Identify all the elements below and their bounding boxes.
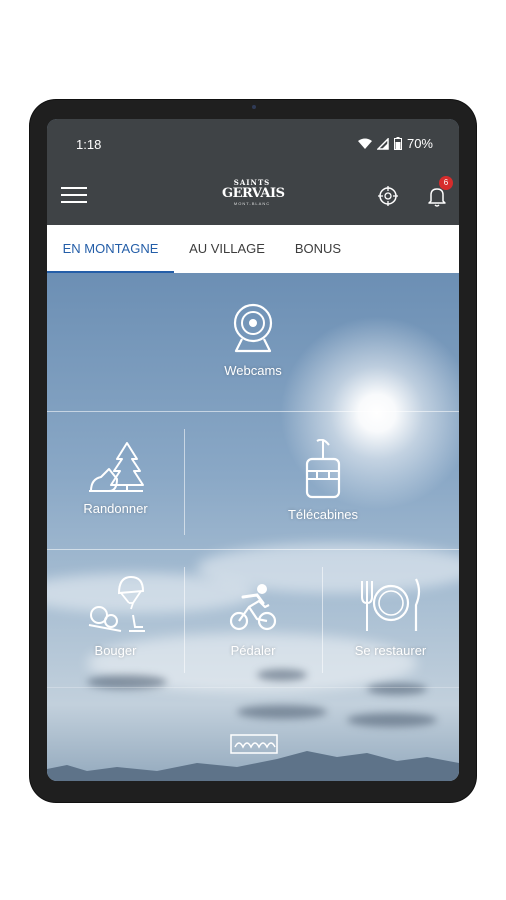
tablet-frame: 1:18 70% SAINTS GERVAIS MONT-BLANC 6 EN … <box>30 100 476 802</box>
grid-divider <box>47 549 459 550</box>
wifi-icon <box>357 138 372 149</box>
status-bar: 1:18 70% <box>47 119 459 167</box>
hiking-icon <box>88 442 144 492</box>
sponsor-logo <box>230 734 278 754</box>
randonner-label: Randonner <box>83 501 148 516</box>
logo-line2: GERVAIS <box>222 186 285 201</box>
logo-sub: MONT-BLANC <box>233 201 271 206</box>
cloud <box>237 705 327 719</box>
webcams-label: Webcams <box>224 363 282 378</box>
front-camera <box>252 105 256 109</box>
menu-button[interactable] <box>61 187 87 205</box>
app-bar: SAINTS GERVAIS MONT-BLANC 6 <box>47 167 459 225</box>
grid-divider <box>47 411 459 412</box>
tab-au-village[interactable]: AU VILLAGE <box>177 225 277 273</box>
cloud <box>257 669 307 681</box>
compass-icon <box>378 186 398 206</box>
saint-gervais-logo: SAINTS GERVAIS MONT-BLANC <box>222 179 285 213</box>
telecabines-label: Télécabines <box>287 507 359 522</box>
webcam-icon <box>233 303 273 353</box>
cloud <box>347 713 437 727</box>
tab-en-montagne[interactable]: EN MONTAGNE <box>47 225 174 273</box>
battery-percent: 70% <box>406 136 433 151</box>
grid-divider <box>47 687 459 688</box>
webcams-tile[interactable]: Webcams <box>183 301 323 378</box>
menu-icon <box>61 187 87 189</box>
notifications-button[interactable]: 6 <box>425 176 453 208</box>
bouger-tile[interactable]: Bouger <box>47 575 184 658</box>
pedaler-label: Pédaler <box>230 643 276 658</box>
se-restaurer-tile[interactable]: Se restaurer <box>322 575 459 658</box>
telecabines-tile[interactable]: Télécabines <box>253 439 393 522</box>
compass-button[interactable] <box>376 184 400 208</box>
activities-icon <box>88 575 145 632</box>
randonner-tile[interactable]: Randonner <box>47 439 184 516</box>
signal-icon <box>376 137 389 150</box>
grid-divider <box>184 429 185 535</box>
activities-grid: Webcams Randonner Télécabines Bouger Péd… <box>47 273 459 781</box>
tab-bar: EN MONTAGNE AU VILLAGE BONUS <box>47 225 459 273</box>
cycling-icon <box>229 584 277 631</box>
battery-icon <box>393 137 402 150</box>
screen: 1:18 70% SAINTS GERVAIS MONT-BLANC 6 EN … <box>47 119 459 781</box>
status-time: 1:18 <box>76 137 102 152</box>
restaurant-icon <box>360 578 420 631</box>
se-restaurer-label: Se restaurer <box>354 643 427 658</box>
bouger-label: Bouger <box>94 643 137 658</box>
status-icons: 70% <box>357 136 433 151</box>
tab-bonus[interactable]: BONUS <box>283 225 353 273</box>
notification-badge: 6 <box>439 176 453 190</box>
gondola-icon <box>305 439 341 499</box>
cloud <box>367 683 427 695</box>
pedaler-tile[interactable]: Pédaler <box>184 575 322 658</box>
